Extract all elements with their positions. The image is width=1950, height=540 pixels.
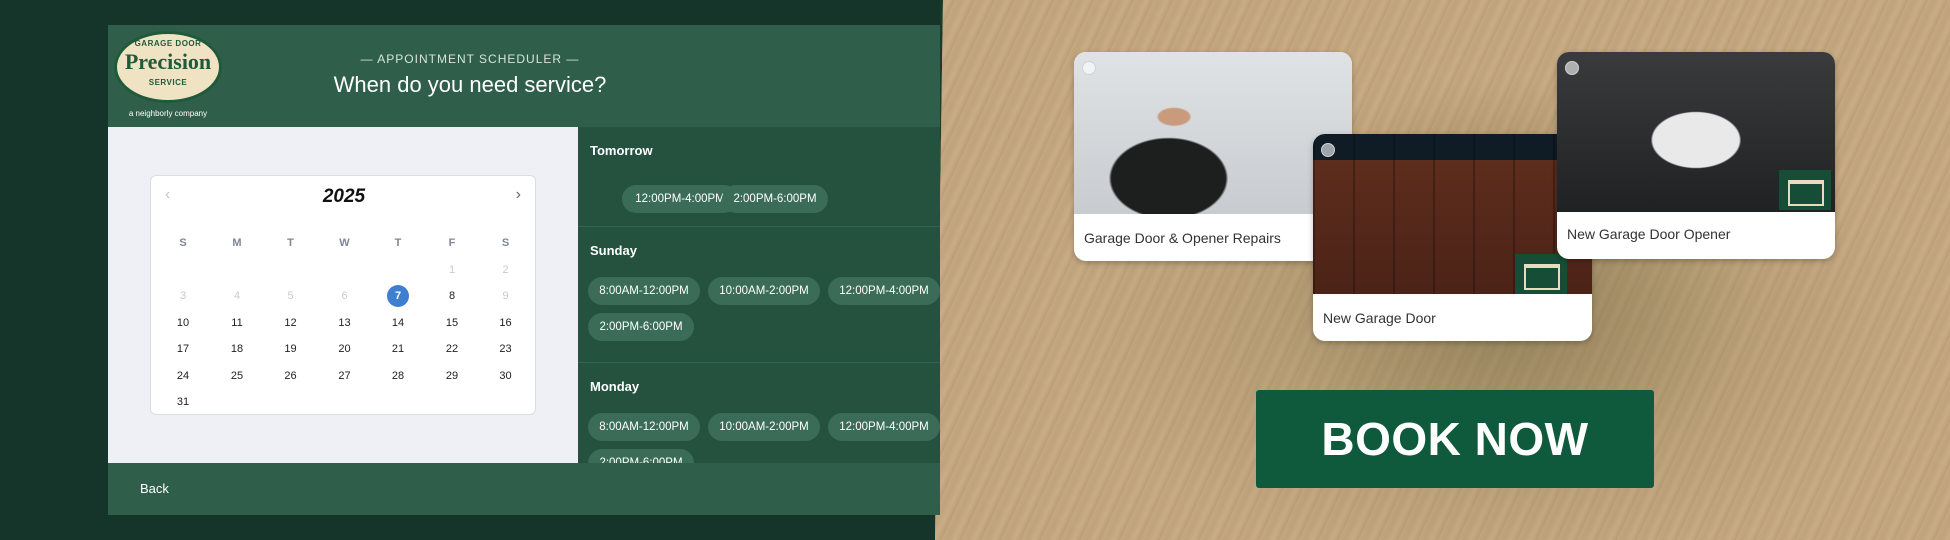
calendar-day[interactable]: 20 xyxy=(330,338,360,360)
calendar-day[interactable]: 16 xyxy=(491,312,521,334)
garage-badge-icon xyxy=(1779,170,1831,210)
calendar-day[interactable]: 19 xyxy=(276,338,306,360)
calendar-day[interactable]: 15 xyxy=(437,312,467,334)
calendar-day: 6 xyxy=(341,290,348,302)
book-now-button[interactable]: BOOK NOW xyxy=(1256,390,1654,488)
calendar-day: 1 xyxy=(448,263,456,276)
scheduler-title: When do you need service? xyxy=(333,72,607,97)
scheduler-header: GARAGE DOOR Precision SERVICE a neighbor… xyxy=(108,25,940,127)
time-slot-button[interactable]: 2:00PM-6:00PM xyxy=(722,185,828,213)
calendar: ‹ 2025 › S M T W T F S 1 2 3 4 5 6 7 8 9 10 11 12 13 14 15 16 1… xyxy=(150,175,536,415)
scheduler-footer: Back xyxy=(108,463,940,515)
weekday-label: T xyxy=(394,237,402,249)
service-radio[interactable] xyxy=(1321,143,1335,157)
weekday-label: W xyxy=(339,237,350,249)
back-button[interactable]: Back xyxy=(140,463,169,515)
calendar-day[interactable]: 30 xyxy=(491,365,521,387)
service-card-opener[interactable]: New Garage Door Opener xyxy=(1557,52,1835,259)
calendar-week: 17 18 19 20 21 22 23 xyxy=(151,338,537,365)
calendar-day[interactable]: 24 xyxy=(168,365,198,387)
time-slot-button[interactable]: 12:00PM-4:00PM xyxy=(828,277,940,305)
service-label: New Garage Door Opener xyxy=(1567,226,1731,242)
day-section: Sunday 8:00AM-12:00PM 10:00AM-2:00PM 12:00P… xyxy=(578,227,940,363)
garage-badge-icon xyxy=(1515,254,1567,294)
calendar-day: 3 xyxy=(179,290,187,302)
scheduler-kicker: — APPOINTMENT SCHEDULER — xyxy=(360,52,580,66)
calendar-day[interactable]: 21 xyxy=(383,338,413,360)
time-slots-panel[interactable]: Tomorrow 12:00PM-4:00PM 2:00PM-6:00PM Sunda… xyxy=(578,127,940,463)
time-slot-button[interactable]: 2:00PM-6:00PM xyxy=(588,449,694,463)
calendar-day[interactable]: 8 xyxy=(437,285,467,307)
calendar-day: 9 xyxy=(502,290,509,302)
calendar-day[interactable]: 29 xyxy=(437,365,467,387)
weekday-label: S xyxy=(501,237,510,249)
calendar-day[interactable]: 10 xyxy=(168,312,198,334)
calendar-day[interactable]: 28 xyxy=(383,365,413,387)
service-label: Garage Door & Opener Repairs xyxy=(1084,230,1281,246)
calendar-year: 2025 xyxy=(322,186,366,207)
calendar-day[interactable]: 18 xyxy=(222,338,252,360)
calendar-week: 24 25 26 27 28 29 30 xyxy=(151,365,537,392)
calendar-grid: S M T W T F S 1 2 3 4 5 6 7 8 9 10 11 12 13 14 15 16 17 18 19 20 21… xyxy=(151,232,537,418)
calendar-day[interactable]: 11 xyxy=(222,312,252,334)
time-slot-button[interactable]: 8:00AM-12:00PM xyxy=(588,277,700,305)
weekday-label: S xyxy=(179,237,187,249)
service-card-repairs[interactable]: Garage Door & Opener Repairs xyxy=(1074,52,1352,261)
day-section: Monday 8:00AM-12:00PM 10:00AM-2:00PM 12:00P… xyxy=(578,363,940,463)
calendar-day[interactable]: 22 xyxy=(437,338,467,360)
service-radio[interactable] xyxy=(1565,61,1579,75)
appointment-scheduler: GARAGE DOOR Precision SERVICE a neighbor… xyxy=(108,25,940,515)
service-label: New Garage Door xyxy=(1323,310,1436,326)
service-radio[interactable] xyxy=(1082,61,1096,75)
day-label: Sunday xyxy=(590,243,637,258)
calendar-day[interactable]: 31 xyxy=(168,391,198,413)
calendar-day[interactable]: 12 xyxy=(276,312,306,334)
calendar-day: 5 xyxy=(287,290,294,302)
next-month-button[interactable]: › xyxy=(516,186,521,204)
weekday-label: T xyxy=(287,237,294,249)
weekday-header: SMTWTFS xyxy=(151,232,537,259)
header-text: — APPOINTMENT SCHEDULER — When do you ne… xyxy=(108,25,940,127)
calendar-week: 10 11 12 13 14 15 16 xyxy=(151,312,537,339)
calendar-week: 31 xyxy=(151,391,537,418)
repair-technician-image xyxy=(1074,52,1352,214)
weekday-label: M xyxy=(232,237,242,249)
calendar-week: 12 xyxy=(151,259,537,286)
calendar-panel: ‹ 2025 › S M T W T F S 1 2 3 4 5 6 7 8 9 10 11 12 13 14 15 16 1… xyxy=(108,127,578,463)
calendar-day[interactable]: 13 xyxy=(330,312,360,334)
calendar-day[interactable]: 17 xyxy=(168,338,198,360)
calendar-day[interactable]: 26 xyxy=(276,365,306,387)
calendar-day: 4 xyxy=(233,290,241,302)
day-section: Tomorrow 12:00PM-4:00PM 2:00PM-6:00PM xyxy=(578,127,940,227)
calendar-day-selected[interactable]: 7 xyxy=(383,285,413,307)
day-label: Tomorrow xyxy=(590,143,653,158)
time-slot-button[interactable]: 2:00PM-6:00PM xyxy=(588,313,694,341)
time-slot-button[interactable]: 10:00AM-2:00PM xyxy=(708,277,820,305)
calendar-day[interactable]: 23 xyxy=(491,338,521,360)
weekday-label: F xyxy=(448,237,456,249)
calendar-day[interactable]: 27 xyxy=(330,365,360,387)
service-card-new-door[interactable]: New Garage Door xyxy=(1313,134,1592,341)
time-slot-button[interactable]: 10:00AM-2:00PM xyxy=(708,413,820,441)
calendar-week: 3 4 5 6 7 8 9 xyxy=(151,285,537,312)
calendar-day[interactable]: 14 xyxy=(383,312,413,334)
calendar-day[interactable]: 25 xyxy=(222,365,252,387)
time-slot-button[interactable]: 12:00PM-4:00PM xyxy=(828,413,940,441)
time-slot-button[interactable]: 8:00AM-12:00PM xyxy=(588,413,700,441)
calendar-day: 2 xyxy=(502,263,509,276)
day-label: Monday xyxy=(590,379,640,394)
time-slot-button[interactable]: 12:00PM-4:00PM xyxy=(622,185,738,213)
